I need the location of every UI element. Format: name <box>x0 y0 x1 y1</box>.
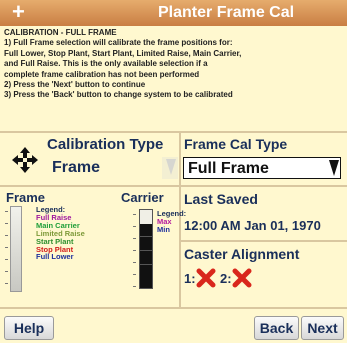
frame-legend: Legend: Full Raise Main Carrier Limited … <box>36 206 85 261</box>
title-bar: + Planter Frame Cal <box>0 0 347 26</box>
next-button[interactable]: Next <box>301 316 344 340</box>
frame-position-bar <box>10 206 22 292</box>
instructions-text: CALIBRATION - FULL FRAME 1) Full Frame s… <box>4 28 242 100</box>
divider <box>179 240 347 242</box>
carrier-label: Carrier <box>121 190 164 205</box>
chevron-down-icon <box>329 160 339 176</box>
chevron-down-icon <box>166 159 176 175</box>
last-saved-value: 12:00 AM Jan 01, 1970 <box>184 218 321 233</box>
calibration-type-label: Calibration Type <box>47 136 164 153</box>
planter-frame-cal-screen: + Planter Frame Cal CALIBRATION - FULL F… <box>0 0 347 343</box>
carrier-position-bar <box>139 209 153 289</box>
carrier-legend: Legend: Max Min <box>157 210 186 234</box>
screen-title: Planter Frame Cal <box>158 4 295 21</box>
caster-1-number: 1: <box>184 271 196 286</box>
help-button[interactable]: Help <box>4 316 54 340</box>
red-x-icon <box>232 268 252 288</box>
divider <box>0 307 347 309</box>
divider <box>0 185 347 187</box>
legend-item-full-lower: Full Lower <box>36 252 74 262</box>
legend-item-min: Min <box>157 225 170 234</box>
frame-label: Frame <box>6 190 46 205</box>
move-arrows-icon <box>12 147 38 173</box>
calibration-type-dropdown[interactable]: Frame <box>52 159 100 177</box>
plus-icon[interactable]: + <box>12 1 25 23</box>
frame-cal-type-value: Full Frame <box>188 160 269 177</box>
carrier-scale-ticks <box>133 210 137 290</box>
red-x-icon <box>196 268 216 288</box>
caster-alignment-label: Caster Alignment <box>184 246 300 262</box>
frame-scale-ticks <box>5 207 9 291</box>
caster-2-number: 2: <box>220 271 232 286</box>
last-saved-label: Last Saved <box>184 191 258 207</box>
frame-cal-type-label: Frame Cal Type <box>184 136 288 152</box>
divider <box>0 131 347 133</box>
back-button[interactable]: Back <box>254 316 299 340</box>
frame-cal-type-dropdown[interactable]: Full Frame <box>183 157 341 179</box>
